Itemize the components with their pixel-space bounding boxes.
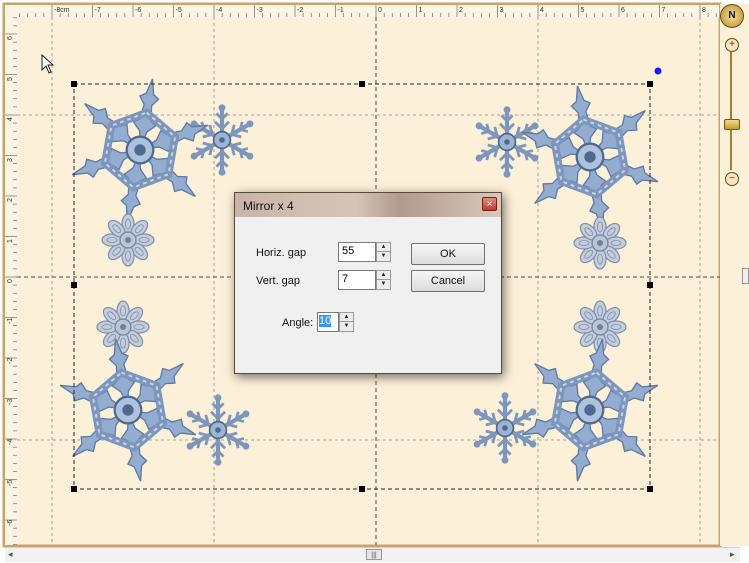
left-ruler-label: 2 (7, 198, 14, 202)
top-ruler-label: 6 (621, 7, 625, 14)
zoom-in-button[interactable]: + (725, 38, 739, 52)
angle-value-selected: 10 (319, 315, 332, 327)
horiz-gap-label: Horiz. gap (256, 247, 307, 259)
decrease-arrow-icon[interactable]: ▼ (377, 280, 390, 289)
left-ruler-label: 6 (7, 36, 14, 40)
left-ruler-label: 3 (7, 157, 14, 162)
angle-stepper[interactable]: ▲ ▼ (339, 312, 354, 332)
vertical-scroll-marker[interactable] (742, 268, 749, 284)
vert-gap-stepper[interactable]: ▲ ▼ (376, 270, 391, 290)
top-ruler-label: -3 (256, 7, 263, 14)
horiz-gap-stepper[interactable]: ▲ ▼ (376, 242, 391, 262)
scroll-thumb[interactable]: ||| (366, 549, 382, 560)
top-ruler-label: -6 (135, 7, 142, 14)
top-ruler-label: -2 (297, 7, 304, 14)
top-ruler-label: 2 (459, 7, 463, 14)
top-ruler-label: 4 (540, 7, 544, 14)
increase-arrow-icon[interactable]: ▲ (377, 243, 390, 252)
zoom-in-icon: + (729, 39, 735, 50)
dialog-title: Mirror x 4 (243, 199, 294, 213)
rotate-handle[interactable] (654, 67, 662, 75)
left-ruler-label: 0 (7, 279, 14, 283)
left-ruler-label: -5 (7, 479, 14, 486)
zoom-slider-track[interactable] (730, 52, 732, 170)
mirror-dialog: Mirror x 4 × Horiz. gap 55 ▲ ▼ Vert. gap… (234, 192, 502, 374)
top-ruler-label: -7 (94, 7, 101, 14)
left-ruler-label: -3 (7, 398, 14, 405)
top-ruler-label: -5 (175, 7, 182, 14)
horiz-gap-input[interactable]: 55 (338, 242, 376, 262)
scroll-left-icon[interactable]: ◂ (8, 549, 13, 560)
zoom-slider-thumb[interactable] (724, 118, 740, 130)
top-ruler-label: 0 (378, 7, 382, 14)
left-ruler-label: 1 (7, 238, 14, 243)
increase-arrow-icon[interactable]: ▲ (377, 271, 390, 280)
left-ruler-label: -1 (7, 317, 14, 324)
top-ruler-label: 7 (661, 7, 666, 14)
decrease-arrow-icon[interactable]: ▼ (340, 322, 353, 331)
compass-label: N (728, 10, 736, 21)
close-icon: × (486, 199, 493, 210)
top-ruler-label: 3 (499, 7, 504, 14)
top-ruler-label: 1 (418, 7, 423, 14)
decrease-arrow-icon[interactable]: ▼ (377, 252, 390, 261)
left-ruler-label: -2 (7, 357, 14, 364)
top-ruler-label: -1 (337, 7, 344, 14)
top-ruler-label: 5 (580, 7, 585, 14)
zoom-out-icon: − (729, 173, 735, 184)
embroidery-workspace[interactable]: -8cm -7 -6 -5 -4 -3 -2 -1 0 1 2 3 4 5 6 7 8 6 5 4 3 2 1 0 -1 -2-… (0, 0, 749, 563)
left-ruler-label: 5 (7, 76, 14, 81)
angle-input[interactable]: 10 (317, 312, 339, 332)
scroll-right-icon[interactable]: ▸ (730, 549, 735, 560)
left-ruler-label: 4 (7, 117, 14, 121)
close-button[interactable]: × (482, 197, 497, 211)
left-ruler-label: -4 (7, 438, 14, 445)
top-ruler-label: -8cm (54, 7, 70, 14)
vert-gap-label: Vert. gap (256, 275, 301, 287)
ok-button[interactable]: OK (411, 243, 485, 265)
zoom-out-button[interactable]: − (725, 172, 739, 186)
increase-arrow-icon[interactable]: ▲ (340, 313, 353, 322)
vert-gap-input[interactable]: 7 (338, 270, 376, 290)
angle-label: Angle: (282, 317, 314, 329)
compass-icon[interactable]: N (720, 4, 744, 28)
left-ruler-label: -6 (7, 519, 14, 526)
top-ruler-label: -4 (216, 7, 223, 14)
cancel-button[interactable]: Cancel (411, 270, 485, 292)
top-ruler-label: 8 (702, 7, 706, 14)
dialog-titlebar[interactable]: Mirror x 4 × (235, 193, 501, 217)
mouse-cursor (41, 54, 55, 74)
